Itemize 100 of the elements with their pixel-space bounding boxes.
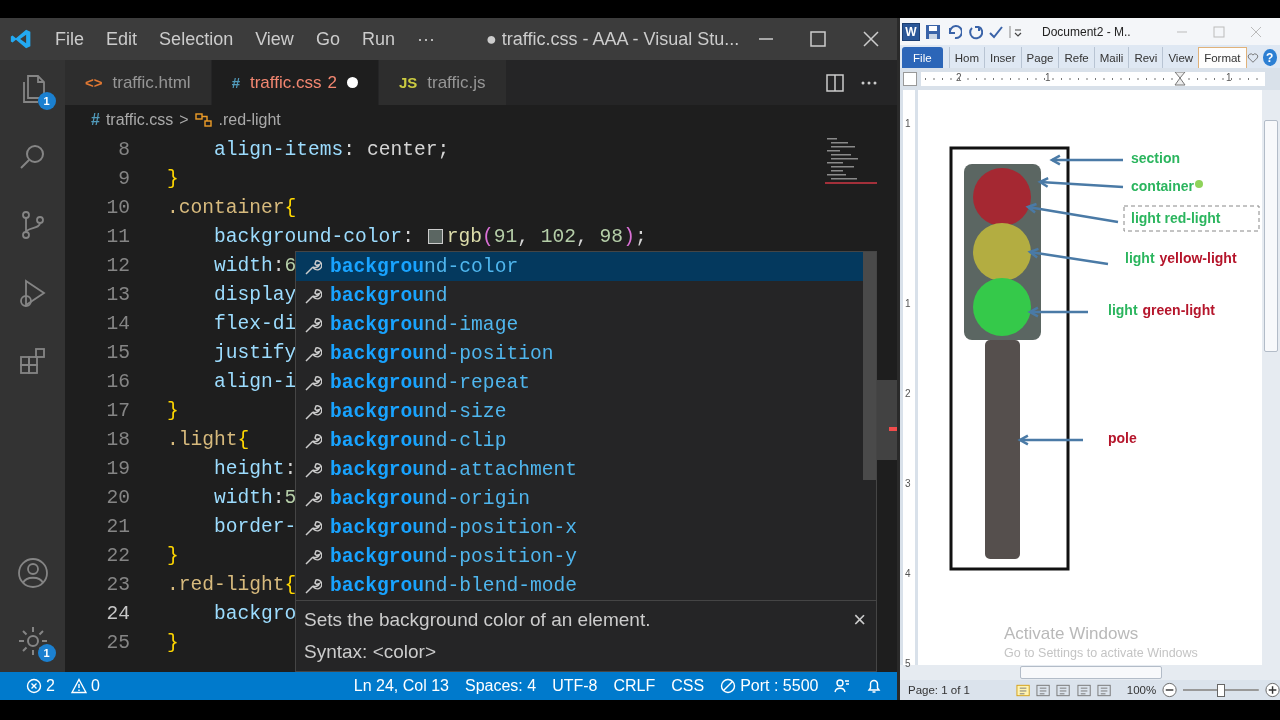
suggestion-item[interactable]: background-attachment: [296, 455, 864, 484]
suggestion-item[interactable]: background-blend-mode: [296, 571, 864, 600]
line-number: 21: [105, 515, 130, 538]
line-number: 11: [105, 225, 130, 248]
ribbon-tab[interactable]: File: [902, 47, 943, 68]
watermark-title: Activate Windows: [1004, 624, 1139, 644]
suggestion-item[interactable]: background-repeat: [296, 368, 864, 397]
language-mode[interactable]: CSS: [663, 677, 713, 695]
arrow: [1027, 306, 1088, 318]
suggestion-item[interactable]: background-position: [296, 339, 864, 368]
print-layout-icon[interactable]: [1016, 683, 1031, 697]
tab-selector[interactable]: [903, 72, 917, 86]
draft-icon[interactable]: [1096, 683, 1111, 697]
close-icon[interactable]: [860, 29, 881, 49]
web-layout-icon[interactable]: [1056, 683, 1071, 697]
notification-badge: 1: [37, 92, 56, 110]
suggestion-item[interactable]: background: [296, 281, 864, 310]
save-icon[interactable]: [925, 23, 941, 40]
watermark-text: Go to Settings to activate Windows: [1004, 646, 1198, 660]
cursor-position[interactable]: Ln 24, Col 13: [345, 677, 457, 695]
heart-icon[interactable]: [1246, 51, 1259, 65]
menu-item[interactable]: File: [44, 28, 96, 50]
redo-icon[interactable]: [967, 23, 983, 40]
zoom-slider-thumb[interactable]: [1217, 683, 1226, 697]
syntax-text: Syntax: <color>: [304, 641, 437, 663]
errors-indicator[interactable]: 2: [18, 677, 63, 695]
diagram-label: light red-light: [1131, 210, 1221, 226]
color-swatch-icon[interactable]: [427, 229, 443, 244]
outline-icon[interactable]: [1076, 683, 1091, 697]
menu-item[interactable]: View: [244, 28, 305, 50]
suggestion-item[interactable]: background-size: [296, 397, 864, 426]
menu-item[interactable]: ···: [405, 28, 446, 50]
scrollbar-thumb[interactable]: [1264, 120, 1278, 352]
split-editor-icon[interactable]: [825, 72, 845, 93]
window-title: ● traffic.css - AAA - Visual Stu...: [485, 28, 740, 50]
menu-item[interactable]: Selection: [148, 28, 245, 50]
account-icon[interactable]: [15, 556, 50, 590]
encoding-setting[interactable]: UTF-8: [544, 677, 606, 695]
error-icon: [26, 678, 42, 694]
code-text: .light{: [167, 428, 250, 451]
error-marker: [889, 427, 897, 431]
breadcrumb-item[interactable]: traffic.css: [105, 111, 174, 129]
wrench-icon: [304, 286, 322, 305]
zoom-out-icon[interactable]: [1162, 682, 1178, 698]
minimap[interactable]: [825, 135, 877, 187]
arrow: [1017, 434, 1083, 446]
scrollbar-thumb[interactable]: [877, 380, 897, 460]
editor-tab[interactable]: # traffic.css 2: [211, 60, 379, 105]
rotate-handle[interactable]: [1195, 180, 1203, 188]
wrench-icon: [304, 489, 322, 508]
live-server-port[interactable]: Port : 5500: [712, 677, 827, 695]
close-button[interactable]: ×: [853, 607, 866, 633]
line-ending-setting[interactable]: CRLF: [605, 677, 664, 695]
scrollbar-thumb[interactable]: [1020, 666, 1162, 679]
menu-item[interactable]: Edit: [95, 28, 149, 50]
ribbon-tab[interactable]: Format: [1198, 47, 1247, 68]
editor-tab[interactable]: JS traffic.js: [378, 60, 507, 105]
ruler-number: 1: [1226, 72, 1232, 83]
page-count: Page: 1 of 1: [908, 684, 971, 696]
warnings-indicator[interactable]: 0: [62, 677, 108, 695]
diagram-label: section: [1131, 150, 1180, 166]
code-text: width:5: [214, 486, 297, 509]
wrench-icon: [304, 518, 322, 537]
suggestion-item[interactable]: background-clip: [296, 426, 864, 455]
indent-marker[interactable]: [1174, 72, 1186, 86]
suggestion-item[interactable]: background-position-x: [296, 513, 864, 542]
ruler-number: 3: [905, 478, 911, 489]
editor-tab[interactable]: <> traffic.html: [65, 60, 212, 105]
wrench-icon: [304, 373, 322, 392]
help-button[interactable]: ?: [1262, 49, 1277, 66]
reading-view-icon[interactable]: [1036, 683, 1051, 697]
menu-item[interactable]: Go: [304, 28, 351, 50]
suggestion-item[interactable]: background-image: [296, 310, 864, 339]
maximize-icon[interactable]: [808, 29, 829, 49]
suggestion-item[interactable]: background-color: [296, 252, 864, 281]
window-title: Document2 - M..: [1042, 24, 1132, 39]
zoom-level[interactable]: 100%: [1126, 684, 1157, 696]
code-text: }: [167, 399, 179, 422]
undo-icon[interactable]: [946, 23, 962, 40]
line-number: 14: [105, 312, 130, 335]
wrench-icon: [304, 315, 322, 334]
suggestion-item[interactable]: background-origin: [296, 484, 864, 513]
code-text: height:: [214, 457, 297, 480]
code-text: }: [167, 544, 179, 567]
line-number: 8: [117, 138, 130, 161]
scrollbar-thumb[interactable]: [863, 252, 876, 480]
wrench-icon: [304, 460, 322, 479]
breadcrumb-item[interactable]: .red-light: [218, 111, 281, 129]
suggestion-item[interactable]: background-position-y: [296, 542, 864, 571]
line-number: 10: [105, 196, 130, 219]
bell-icon[interactable]: [866, 678, 883, 694]
line-number: 18: [105, 428, 130, 451]
feedback-icon[interactable]: [834, 678, 851, 694]
line-number: 12: [105, 254, 130, 277]
zoom-in-icon[interactable]: [1264, 682, 1280, 698]
diagram-label: light: [1108, 302, 1138, 318]
blocked-icon: [720, 678, 737, 694]
app-logo-icon: W: [902, 22, 920, 41]
menu-item[interactable]: Run: [350, 28, 406, 50]
indentation-setting[interactable]: Spaces: 4: [457, 677, 545, 695]
